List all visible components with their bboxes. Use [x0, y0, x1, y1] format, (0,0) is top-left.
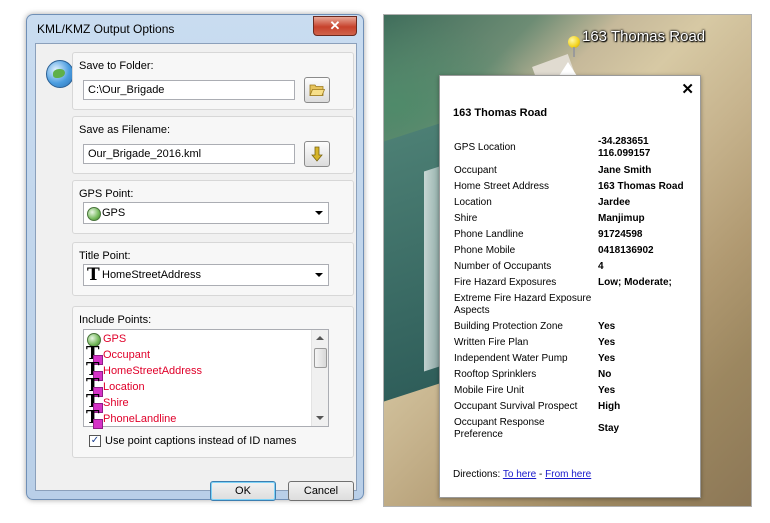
- dialog-client-area: Save to Folder: C:\Our_Brigade Save as F…: [35, 43, 357, 501]
- save-folder-group: Save to Folder: C:\Our_Brigade: [72, 52, 354, 110]
- field-value: 4: [598, 261, 604, 272]
- list-item-label: Location: [103, 381, 145, 393]
- save-filename-button[interactable]: [304, 141, 330, 167]
- close-button[interactable]: ✕: [313, 16, 357, 36]
- title-point-value: HomeStreetAddress: [102, 269, 202, 281]
- gps-point-dropdown[interactable]: GPS: [83, 202, 329, 224]
- save-filename-group: Save as Filename: Our_Brigade_2016.kml: [72, 116, 354, 174]
- title-bar[interactable]: KML/KMZ Output Options ✕: [27, 15, 363, 41]
- list-item-label: PhoneLandline: [103, 413, 177, 425]
- text-T-icon: T: [87, 265, 100, 285]
- list-scrollbar[interactable]: [311, 330, 328, 426]
- chevron-down-icon: [315, 273, 323, 277]
- field-value: High: [598, 401, 621, 412]
- ok-button[interactable]: OK: [210, 481, 276, 501]
- field-value: Manjimup: [598, 213, 645, 224]
- dialog-title: KML/KMZ Output Options: [37, 22, 175, 36]
- list-item[interactable]: T Shire: [86, 392, 312, 413]
- field-value: 91724598: [598, 229, 643, 240]
- list-item-label: HomeStreetAddress: [103, 365, 203, 377]
- field-value: Jardee: [598, 197, 631, 208]
- field-name: Rooftop Sprinklers: [454, 369, 537, 380]
- field-value: Yes: [598, 321, 616, 332]
- field-name: Independent Water Pump: [454, 353, 568, 364]
- list-item[interactable]: T HomeStreetAddress: [86, 360, 312, 381]
- directions-line: Directions: To here - From here: [453, 469, 591, 480]
- field-name: Occupant: [454, 165, 497, 176]
- field-name: Mobile Fire Unit: [454, 385, 525, 396]
- field-value: 0418136902: [598, 245, 654, 256]
- field-name: Shire: [454, 213, 478, 224]
- directions-label: Directions:: [453, 469, 501, 480]
- scroll-up-icon[interactable]: [316, 336, 324, 340]
- field-name: Occupant Survival Prospect: [454, 401, 578, 412]
- field-name: Phone Mobile: [454, 245, 516, 256]
- list-item-label: GPS: [103, 333, 127, 345]
- list-item[interactable]: T Occupant: [86, 344, 312, 365]
- directions-separator: -: [539, 469, 543, 480]
- field-value: Yes: [598, 353, 616, 364]
- save-folder-label: Save to Folder:: [79, 60, 154, 72]
- satellite-map[interactable]: 163 Thomas Road ✕ 163 Thomas Road GPS Lo…: [383, 14, 752, 507]
- use-captions-label: Use point captions instead of ID names: [105, 435, 297, 447]
- list-item[interactable]: T Location: [86, 376, 312, 397]
- title-point-group: Title Point: T HomeStreetAddress: [72, 242, 354, 296]
- list-item-label: Occupant: [103, 349, 151, 361]
- kml-output-dialog: KML/KMZ Output Options ✕ Save to Folder:…: [26, 14, 364, 501]
- list-item[interactable]: GPS: [86, 331, 312, 347]
- close-icon[interactable]: ✕: [681, 80, 694, 98]
- field-name: GPS Location: [454, 142, 516, 153]
- field-name: Phone Landline: [454, 229, 524, 240]
- field-name: Home Street Address: [454, 181, 550, 192]
- field-name: Number of Occupants: [454, 261, 552, 272]
- field-name: Building Protection Zone: [454, 321, 563, 332]
- field-name: Fire Hazard Exposures: [454, 277, 557, 288]
- list-item[interactable]: T PhoneLandline: [86, 408, 312, 429]
- include-points-label: Include Points:: [79, 314, 152, 326]
- save-filename-input[interactable]: Our_Brigade_2016.kml: [83, 144, 295, 164]
- field-name: Written Fire Plan: [454, 337, 529, 348]
- field-value: 163 Thomas Road: [598, 181, 684, 192]
- include-points-group: Include Points: GPS T Occupant T HomeStr…: [72, 306, 354, 458]
- field-value: Yes: [598, 385, 616, 396]
- gps-point-label: GPS Point:: [79, 188, 134, 200]
- balloon-title: 163 Thomas Road: [453, 107, 548, 119]
- field-value: -34.283651 116.099157: [598, 136, 651, 159]
- from-here-link[interactable]: From here: [545, 469, 591, 480]
- gps-point-value: GPS: [102, 207, 126, 219]
- field-value: Low; Moderate;: [598, 277, 672, 288]
- popup-pointer: [559, 62, 577, 76]
- checked-badge-icon: [93, 419, 103, 429]
- use-captions-checkbox[interactable]: ✓: [89, 435, 101, 447]
- field-name: Location: [454, 197, 492, 208]
- to-here-link[interactable]: To here: [503, 469, 536, 480]
- field-value: Stay: [598, 423, 620, 434]
- placemark-label[interactable]: 163 Thomas Road: [582, 28, 705, 45]
- close-icon: ✕: [329, 18, 341, 33]
- folder-open-icon: [309, 84, 325, 96]
- chevron-down-icon: [315, 211, 323, 215]
- field-value: Yes: [598, 337, 616, 348]
- google-earth-globe-icon: [46, 60, 74, 88]
- field-value: No: [598, 369, 612, 380]
- browse-folder-button[interactable]: [304, 77, 330, 103]
- include-points-list[interactable]: GPS T Occupant T HomeStreetAddress T Loc…: [83, 329, 329, 429]
- scroll-down-icon[interactable]: [316, 416, 324, 420]
- save-filename-label: Save as Filename:: [79, 124, 171, 136]
- down-arrow-icon: [311, 146, 323, 162]
- field-name: Occupant Response Preference: [454, 417, 545, 440]
- list-item-label: Shire: [103, 397, 129, 409]
- cancel-button[interactable]: Cancel: [288, 481, 354, 501]
- field-name: Extreme Fire Hazard Exposure Aspects: [454, 293, 592, 316]
- placemark-pin-icon[interactable]: [568, 36, 580, 57]
- title-point-label: Title Point:: [79, 250, 131, 262]
- title-point-dropdown[interactable]: T HomeStreetAddress: [83, 264, 329, 286]
- field-value: Jane Smith: [598, 165, 652, 176]
- scroll-thumb[interactable]: [314, 348, 327, 368]
- gps-globe-icon: [87, 207, 101, 221]
- save-folder-input[interactable]: C:\Our_Brigade: [83, 80, 295, 100]
- gps-point-group: GPS Point: GPS: [72, 180, 354, 234]
- info-balloon: ✕ 163 Thomas Road GPS Location -34.283651…: [439, 75, 701, 498]
